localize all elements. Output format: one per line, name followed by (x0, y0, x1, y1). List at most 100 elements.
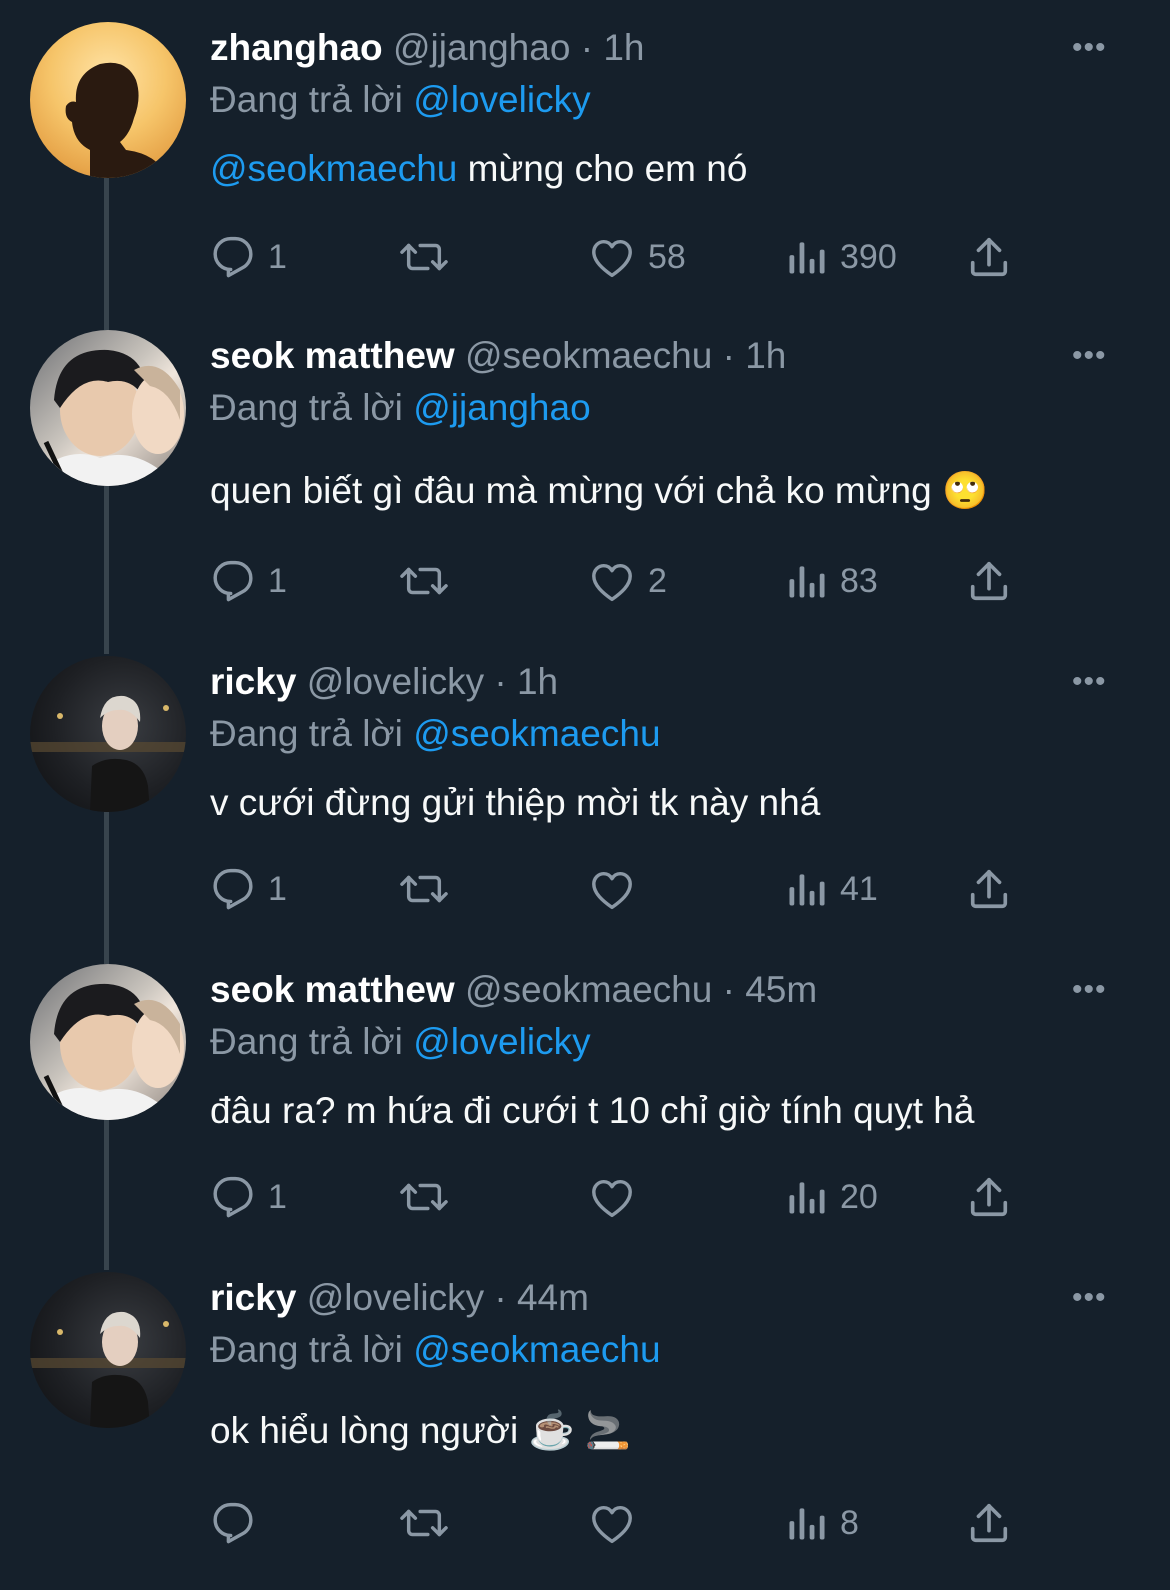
views-count: 8 (840, 1503, 859, 1542)
reply-to-mention[interactable]: @lovelicky (413, 79, 590, 120)
like-button[interactable] (588, 1172, 648, 1222)
display-name[interactable]: ricky (210, 1277, 296, 1318)
tweet-text: v cưới đừng gửi thiệp mời tk này nhá (210, 782, 821, 823)
username[interactable]: @lovelicky (307, 1277, 484, 1318)
reply-prefix: Đang trả lời (210, 79, 403, 120)
reply-prefix: Đang trả lời (210, 1021, 403, 1062)
views-button[interactable]: 390 (784, 232, 897, 282)
reply-to-mention[interactable]: @seokmaechu (413, 713, 660, 754)
reply-count: 1 (268, 237, 287, 276)
display-name[interactable]: zhanghao (210, 27, 383, 68)
display-name[interactable]: ricky (210, 661, 296, 702)
username[interactable]: @seokmaechu (465, 335, 712, 376)
tweet-text: đâu ra? m hứa đi cưới t 10 chỉ giờ tính … (210, 1090, 975, 1131)
retweet-button[interactable] (398, 1172, 462, 1222)
display-name[interactable]: seok matthew (210, 969, 455, 1010)
tweet-actions: 8 (210, 1498, 1030, 1548)
views-button[interactable]: 41 (784, 864, 878, 914)
retweet-button[interactable] (398, 864, 462, 914)
reply-to-mention[interactable]: @lovelicky (413, 1021, 590, 1062)
retweet-icon (400, 875, 448, 903)
reply-count: 1 (268, 1177, 287, 1216)
views-button[interactable]: 83 (784, 556, 878, 606)
more-icon[interactable]: ••• (1072, 1276, 1107, 1320)
avatar[interactable] (30, 330, 186, 486)
views-icon (789, 1182, 825, 1214)
like-icon (592, 871, 632, 910)
reply-icon (213, 1502, 253, 1544)
share-button[interactable] (966, 1498, 1012, 1548)
like-button[interactable]: 2 (588, 556, 667, 606)
reply-button[interactable]: 1 (210, 1172, 287, 1222)
tweet-text: quen biết gì đâu mà mừng với chả ko mừng… (210, 470, 989, 511)
retweet-button[interactable] (398, 556, 462, 606)
share-button[interactable] (966, 556, 1012, 606)
retweet-button[interactable] (398, 232, 462, 282)
views-icon (789, 1508, 825, 1540)
like-count: 2 (648, 561, 667, 600)
timestamp[interactable]: 1h (603, 27, 644, 68)
tweet-actions: 1 20 (210, 1172, 1030, 1222)
share-icon (970, 869, 1008, 909)
like-button[interactable] (588, 1498, 648, 1548)
views-count: 83 (840, 561, 878, 600)
separator-dot: · (722, 969, 735, 1010)
body-mention[interactable]: @seokmaechu (210, 148, 457, 189)
reply-prefix: Đang trả lời (210, 713, 403, 754)
tweet-actions: 1 58 390 (210, 232, 1030, 282)
retweet-button[interactable] (398, 1498, 462, 1548)
separator-dot: · (494, 1277, 507, 1318)
like-button[interactable]: 58 (588, 232, 686, 282)
like-button[interactable] (588, 864, 648, 914)
timestamp[interactable]: 1h (745, 335, 786, 376)
more-icon[interactable]: ••• (1072, 26, 1107, 70)
share-button[interactable] (966, 232, 1012, 282)
reply-context: Đang trả lời @seokmaechu (210, 712, 661, 756)
reply-button[interactable]: 1 (210, 864, 287, 914)
reply-button[interactable] (210, 1498, 268, 1548)
display-name[interactable]: seok matthew (210, 335, 455, 376)
reply-count: 1 (268, 561, 287, 600)
avatar[interactable] (30, 1272, 186, 1428)
timestamp[interactable]: 1h (517, 661, 558, 702)
avatar[interactable] (30, 964, 186, 1120)
reply-prefix: Đang trả lời (210, 387, 403, 428)
like-icon (592, 1505, 632, 1544)
views-button[interactable]: 8 (784, 1498, 859, 1548)
thread-line (104, 178, 109, 330)
share-button[interactable] (966, 864, 1012, 914)
reply-button[interactable]: 1 (210, 232, 287, 282)
retweet-icon (400, 567, 448, 595)
tweet-text: ok hiểu lòng người ☕️ 🚬 (210, 1410, 631, 1451)
reply-icon (213, 1176, 253, 1218)
reply-button[interactable]: 1 (210, 556, 287, 606)
reply-to-mention[interactable]: @seokmaechu (413, 1329, 660, 1370)
tweet-body: mừng cho em nó (457, 148, 748, 189)
username[interactable]: @jjanghao (393, 27, 570, 68)
avatar[interactable] (30, 656, 186, 812)
like-icon (592, 239, 632, 278)
more-icon[interactable]: ••• (1072, 334, 1107, 378)
username[interactable]: @lovelicky (307, 661, 484, 702)
share-icon (970, 1503, 1008, 1543)
tweet-header: seok matthew @seokmaechu · 45m (210, 968, 817, 1012)
timestamp[interactable]: 45m (745, 969, 817, 1010)
avatar-photo (30, 349, 184, 486)
more-icon[interactable]: ••• (1072, 968, 1107, 1012)
reply-context: Đang trả lời @lovelicky (210, 1020, 591, 1064)
reply-context: Đang trả lời @seokmaechu (210, 1328, 661, 1372)
more-icon[interactable]: ••• (1072, 660, 1107, 704)
share-icon (970, 561, 1008, 601)
share-button[interactable] (966, 1172, 1012, 1222)
like-icon (592, 1179, 632, 1218)
like-icon (592, 563, 632, 602)
reply-count: 1 (268, 869, 287, 908)
views-button[interactable]: 20 (784, 1172, 878, 1222)
avatar[interactable] (30, 22, 186, 178)
retweet-icon (400, 243, 448, 271)
reply-context: Đang trả lời @jjanghao (210, 386, 591, 430)
username[interactable]: @seokmaechu (465, 969, 712, 1010)
timestamp[interactable]: 44m (517, 1277, 589, 1318)
tweet-header: ricky @lovelicky · 1h (210, 660, 558, 704)
reply-to-mention[interactable]: @jjanghao (413, 387, 590, 428)
